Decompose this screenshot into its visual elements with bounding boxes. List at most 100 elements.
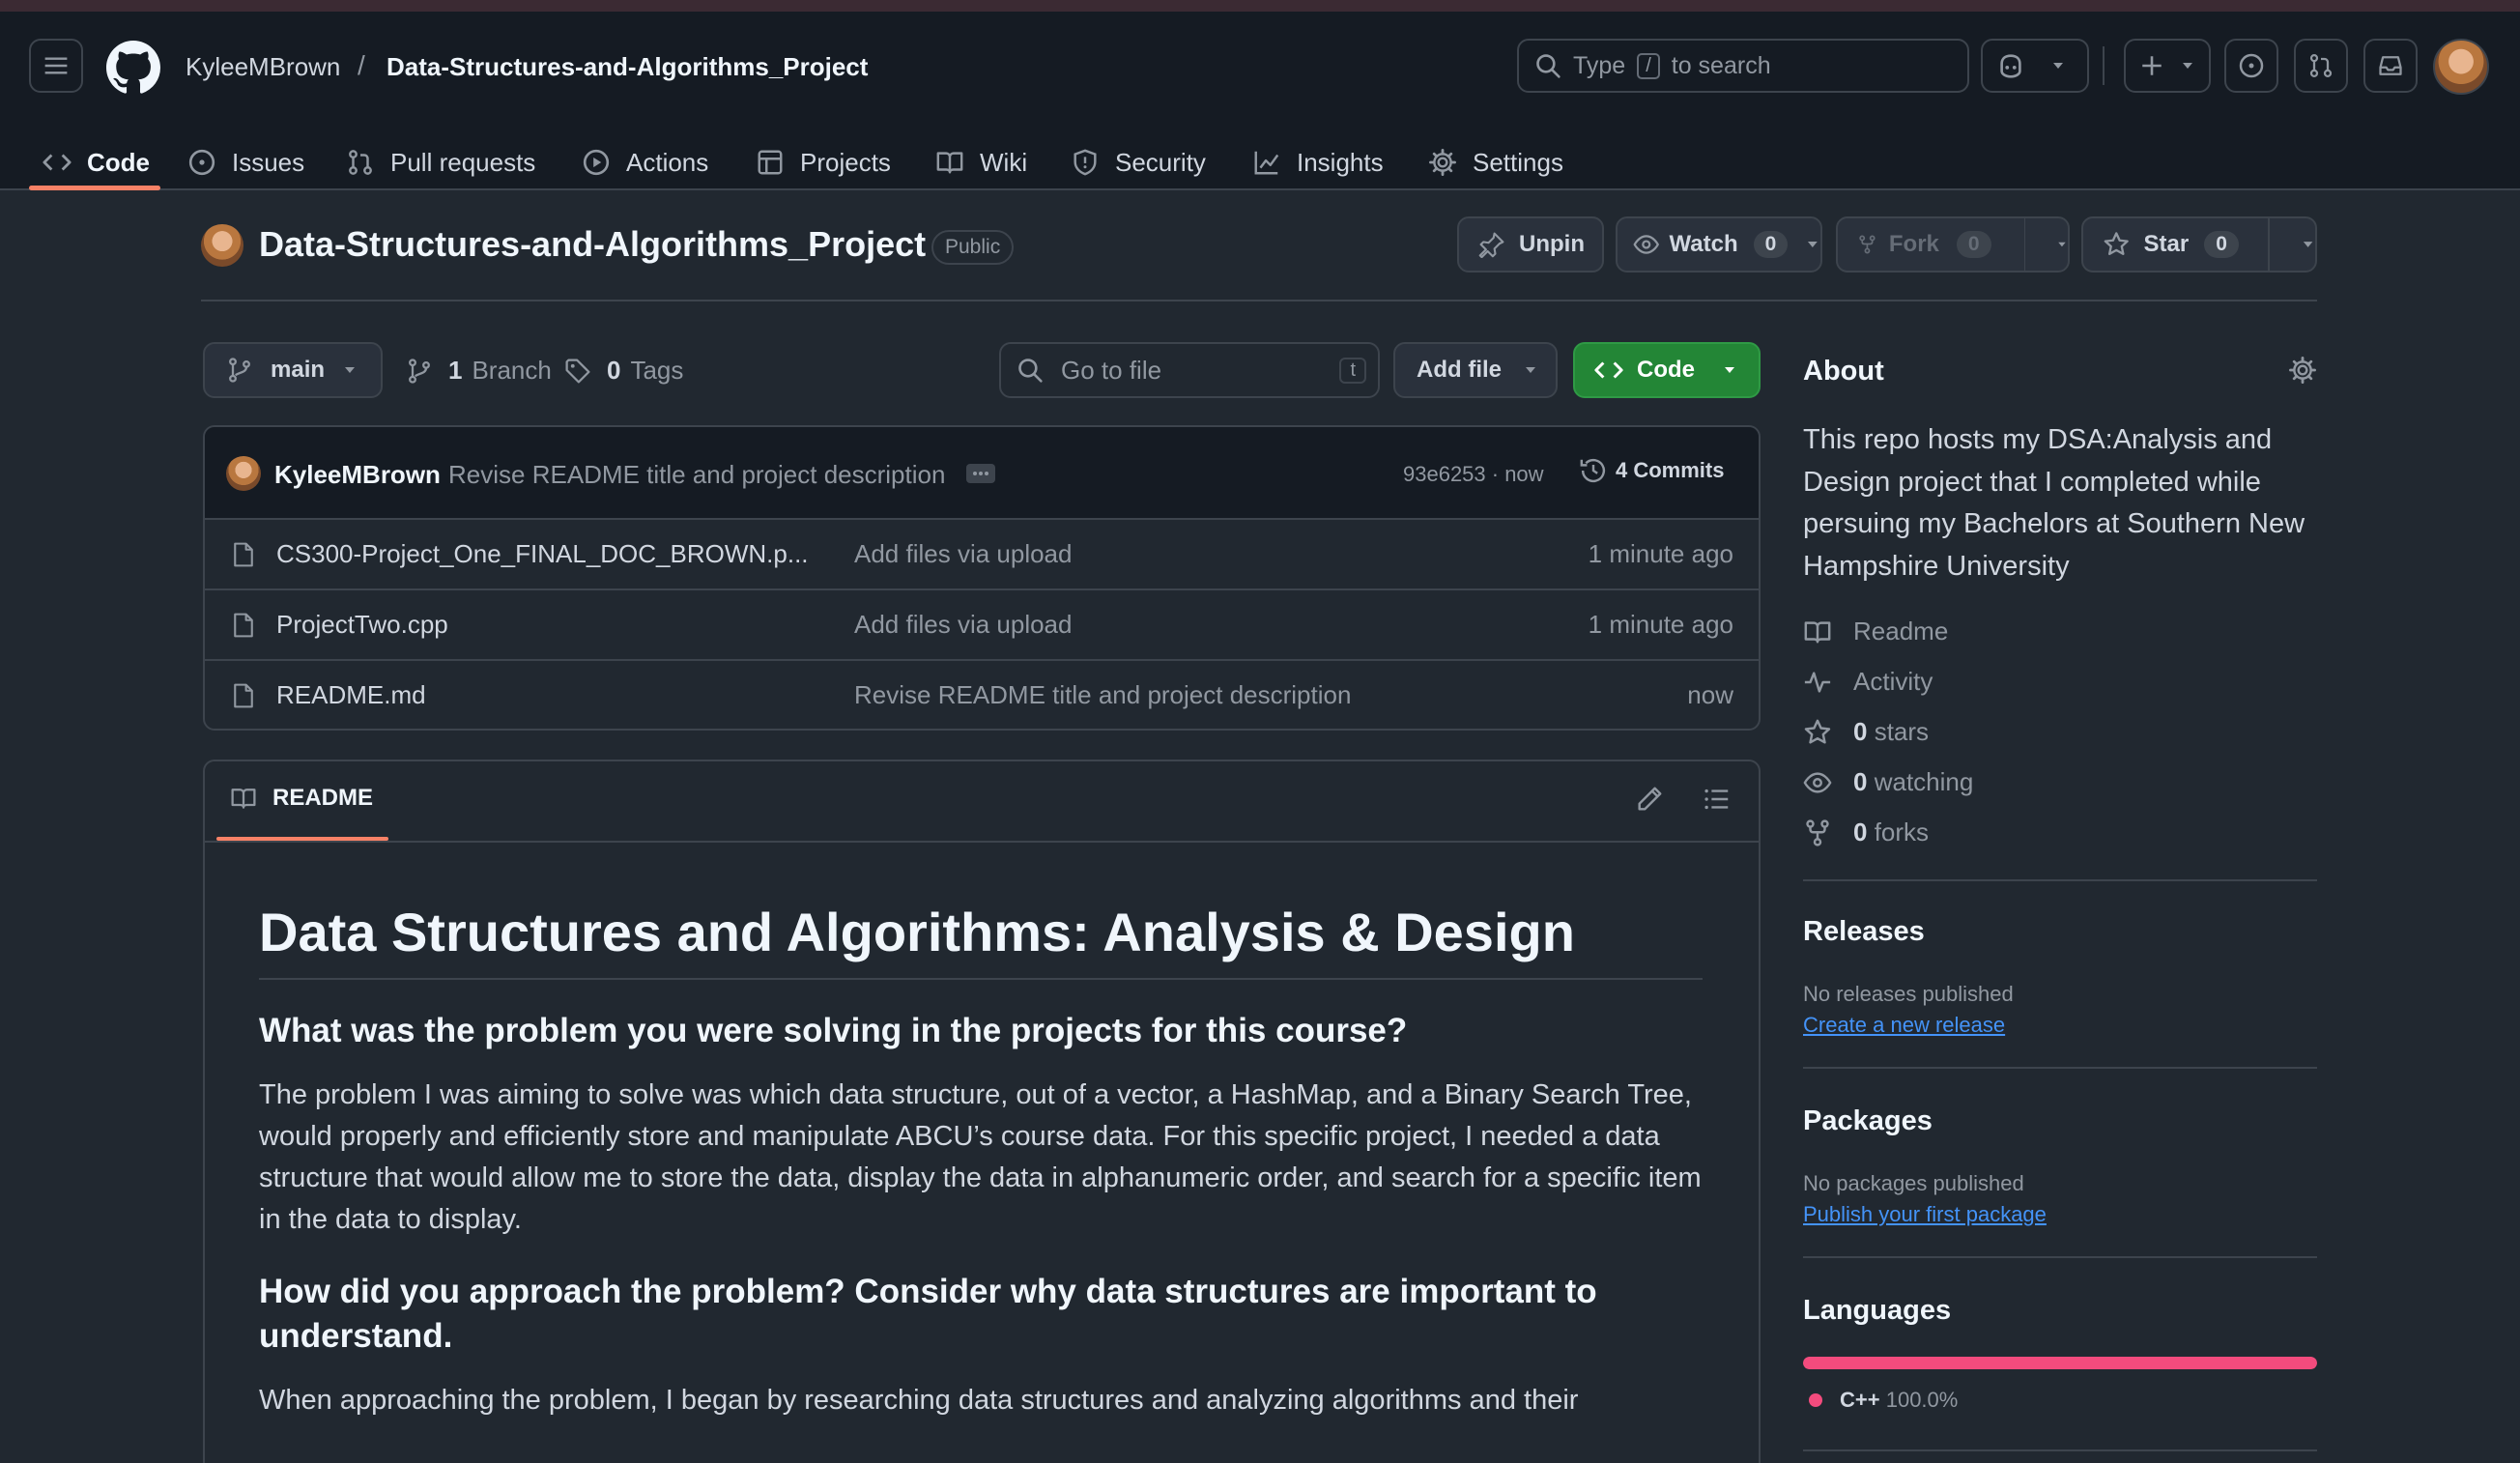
copilot-button[interactable] bbox=[1981, 39, 2089, 93]
pulse-icon bbox=[1804, 671, 1831, 693]
ellipsis-icon bbox=[973, 472, 988, 475]
readme-heading: What was the problem you were solving in… bbox=[259, 1012, 1408, 1049]
branches-label: Branch bbox=[472, 356, 552, 385]
stars-label: stars bbox=[1874, 717, 1930, 746]
tab-security[interactable]: Security bbox=[1071, 137, 1206, 187]
tab-issues[interactable]: Issues bbox=[187, 137, 304, 187]
menu-button[interactable] bbox=[29, 39, 83, 93]
pencil-icon[interactable] bbox=[1635, 785, 1664, 814]
search-icon bbox=[1536, 54, 1561, 78]
tab-insights[interactable]: Insights bbox=[1252, 137, 1384, 187]
repo-header-divider bbox=[201, 300, 2317, 301]
file-icon bbox=[234, 542, 253, 566]
pull-requests-button[interactable] bbox=[2294, 39, 2348, 93]
chevron-down-icon[interactable] bbox=[2056, 237, 2068, 252]
repo-owner-avatar bbox=[201, 224, 243, 267]
unpin-label: Unpin bbox=[1519, 231, 1585, 257]
header-divider bbox=[2103, 46, 2105, 85]
tab-pull-requests[interactable]: Pull requests bbox=[346, 137, 535, 187]
go-to-file-input[interactable]: Go to file t bbox=[999, 342, 1380, 398]
branches-link[interactable]: 1 Branch bbox=[406, 356, 552, 386]
readme-title: Data Structures and Algorithms: Analysis… bbox=[259, 899, 1703, 980]
watch-button[interactable]: Watch 0 bbox=[1616, 216, 1822, 273]
tab-code[interactable]: Code bbox=[43, 137, 150, 187]
avatar[interactable] bbox=[2433, 39, 2489, 95]
table-row[interactable]: ProjectTwo.cpp Add files via upload 1 mi… bbox=[205, 588, 1761, 659]
branch-icon bbox=[409, 358, 430, 384]
commit-hash-time[interactable]: 93e6253 · now bbox=[1403, 462, 1544, 487]
pull-request-icon bbox=[349, 150, 372, 175]
search-suffix: to search bbox=[1671, 51, 1771, 79]
language-item-cpp[interactable]: C++ 100.0% bbox=[1809, 1388, 1958, 1413]
branches-count: 1 bbox=[448, 356, 463, 385]
star-button[interactable]: Star 0 bbox=[2081, 216, 2317, 273]
issues-button[interactable] bbox=[2224, 39, 2278, 93]
list-icon[interactable] bbox=[1703, 785, 1732, 814]
readme-link[interactable]: Readme bbox=[1803, 617, 1948, 646]
fork-icon bbox=[1859, 235, 1876, 254]
file-time: now bbox=[1687, 680, 1733, 709]
eye-icon bbox=[1803, 771, 1832, 793]
activity-link[interactable]: Activity bbox=[1803, 667, 1933, 697]
publish-package-link[interactable]: Publish your first package bbox=[1803, 1202, 2047, 1227]
repo-link[interactable]: Data-Structures-and-Algorithms_Project bbox=[387, 52, 868, 82]
tab-settings[interactable]: Settings bbox=[1428, 137, 1563, 187]
code-button[interactable]: Code bbox=[1573, 342, 1761, 398]
readme-tab[interactable]: README bbox=[230, 785, 373, 812]
file-name[interactable]: CS300-Project_One_FINAL_DOC_BROWN.p... bbox=[276, 539, 854, 569]
forks-count: 0 bbox=[1853, 818, 1868, 846]
sidebar-divider bbox=[1803, 879, 2317, 881]
about-description: This repo hosts my DSA:Analysis and Desi… bbox=[1803, 424, 2305, 582]
tab-actions[interactable]: Actions bbox=[582, 137, 708, 187]
file-name[interactable]: README.md bbox=[276, 680, 854, 710]
inbox-icon bbox=[2379, 56, 2402, 75]
chevron-down-icon[interactable] bbox=[2301, 237, 2315, 252]
unpin-button[interactable]: Unpin bbox=[1457, 216, 1604, 273]
tab-label: Insights bbox=[1297, 147, 1384, 177]
file-name[interactable]: ProjectTwo.cpp bbox=[276, 610, 854, 640]
create-new-button[interactable] bbox=[2124, 39, 2211, 93]
tab-label: Wiki bbox=[980, 147, 1028, 177]
code-button-label: Code bbox=[1637, 357, 1695, 383]
commit-message[interactable]: Revise README title and project descript… bbox=[448, 460, 945, 490]
watch-label: Watch bbox=[1669, 231, 1738, 257]
stars-link[interactable]: 0 stars bbox=[1803, 717, 1929, 747]
visibility-badge: Public bbox=[931, 230, 1015, 265]
file-commit-message[interactable]: Revise README title and project descript… bbox=[854, 680, 1434, 710]
releases-empty-text: No releases published bbox=[1803, 982, 2014, 1006]
search-box[interactable]: Type / to search bbox=[1517, 39, 1969, 93]
file-commit-message[interactable]: Add files via upload bbox=[854, 610, 1434, 640]
sidebar-divider bbox=[1803, 1256, 2317, 1258]
file-commit-message[interactable]: Add files via upload bbox=[854, 539, 1434, 569]
owner-link[interactable]: KyleeMBrown bbox=[186, 52, 340, 82]
add-file-button[interactable]: Add file bbox=[1393, 342, 1558, 398]
branch-selector[interactable]: main bbox=[203, 342, 383, 398]
tab-projects[interactable]: Projects bbox=[756, 137, 891, 187]
commits-link[interactable]: 4 Commits bbox=[1579, 456, 1724, 485]
shield-icon bbox=[1074, 149, 1097, 176]
commit-expand-button[interactable] bbox=[966, 464, 995, 483]
gear-icon[interactable] bbox=[2288, 356, 2317, 385]
forks-link[interactable]: 0 forks bbox=[1803, 818, 1929, 847]
pin-icon bbox=[1478, 232, 1504, 258]
packages-title[interactable]: Packages bbox=[1803, 1105, 1933, 1137]
tags-link[interactable]: 0 Tags bbox=[564, 356, 683, 386]
commit-author[interactable]: KyleeMBrown bbox=[274, 460, 441, 490]
table-icon bbox=[758, 150, 783, 175]
hamburger-icon bbox=[44, 57, 68, 74]
table-row[interactable]: README.md Revise README title and projec… bbox=[205, 659, 1761, 730]
search-icon bbox=[1018, 359, 1043, 383]
watching-link[interactable]: 0 watching bbox=[1803, 767, 1973, 797]
create-release-link[interactable]: Create a new release bbox=[1803, 1013, 2005, 1038]
readme-paragraph: When approaching the problem, I began by… bbox=[259, 1385, 1579, 1416]
tab-wiki[interactable]: Wiki bbox=[935, 137, 1027, 187]
tab-label: Projects bbox=[800, 147, 891, 177]
issue-icon bbox=[188, 149, 215, 176]
github-logo-icon[interactable] bbox=[106, 41, 160, 95]
chevron-down-icon bbox=[2053, 63, 2063, 69]
repo-title[interactable]: Data-Structures-and-Algorithms_Project bbox=[259, 224, 926, 265]
inbox-button[interactable] bbox=[2363, 39, 2418, 93]
releases-title[interactable]: Releases bbox=[1803, 916, 1925, 948]
table-row[interactable]: CS300-Project_One_FINAL_DOC_BROWN.p... A… bbox=[205, 518, 1761, 588]
add-file-label: Add file bbox=[1417, 357, 1502, 383]
